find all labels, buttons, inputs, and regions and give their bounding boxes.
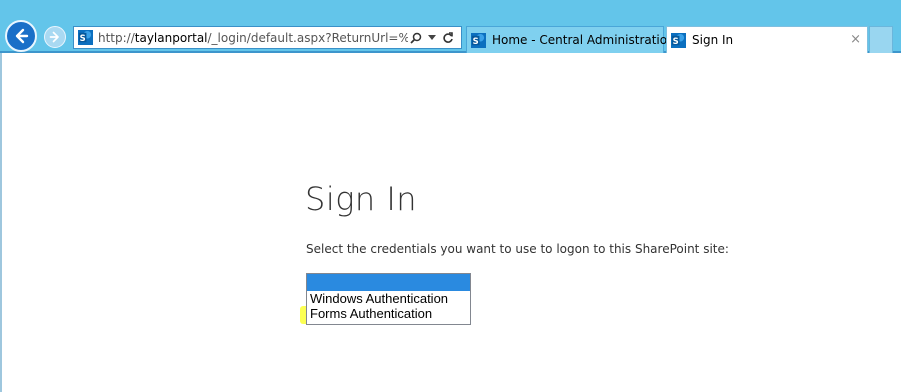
refresh-icon[interactable] — [440, 30, 456, 46]
close-icon[interactable]: × — [850, 32, 861, 47]
page-title: Sign In — [305, 180, 418, 218]
address-bar[interactable]: S http://taylanportal/_login/default.asp… — [73, 26, 462, 49]
forward-arrow-icon — [49, 31, 59, 43]
credential-option-blank[interactable] — [307, 274, 470, 291]
url-path: /_login/default.aspx?ReturnUrl=%2f_layo — [207, 30, 408, 45]
address-url[interactable]: http://taylanportal/_login/default.aspx?… — [98, 31, 408, 45]
sharepoint-icon: S — [671, 32, 686, 48]
new-tab-button[interactable] — [869, 26, 893, 53]
credential-option-windows[interactable]: Windows Authentication — [307, 291, 470, 306]
sharepoint-icon: S — [78, 30, 93, 45]
sharepoint-icon: S — [471, 32, 486, 48]
svg-text:S: S — [80, 33, 86, 43]
credential-option-forms[interactable]: Forms Authentication — [307, 306, 470, 321]
credentials-listbox[interactable]: Windows Authentication Forms Authenticat… — [306, 273, 471, 325]
tab-home-central-administration[interactable]: S Home - Central Administration — [466, 26, 675, 53]
back-arrow-icon — [15, 28, 29, 44]
search-icon[interactable] — [408, 30, 424, 46]
credentials-instructions: Select the credentials you want to use t… — [306, 242, 729, 256]
svg-text:S: S — [673, 35, 679, 45]
back-button[interactable] — [5, 20, 37, 52]
dropdown-arrow-icon[interactable] — [424, 30, 440, 46]
url-host: taylanportal — [134, 30, 208, 45]
url-prefix: http:// — [98, 30, 135, 45]
tab-label: Sign In — [692, 33, 734, 47]
forward-button[interactable] — [44, 26, 66, 48]
tab-label: Home - Central Administration — [492, 33, 675, 47]
tab-sign-in[interactable]: S Sign In × — [666, 26, 868, 53]
window-edge — [0, 53, 2, 392]
svg-text:S: S — [473, 35, 479, 45]
